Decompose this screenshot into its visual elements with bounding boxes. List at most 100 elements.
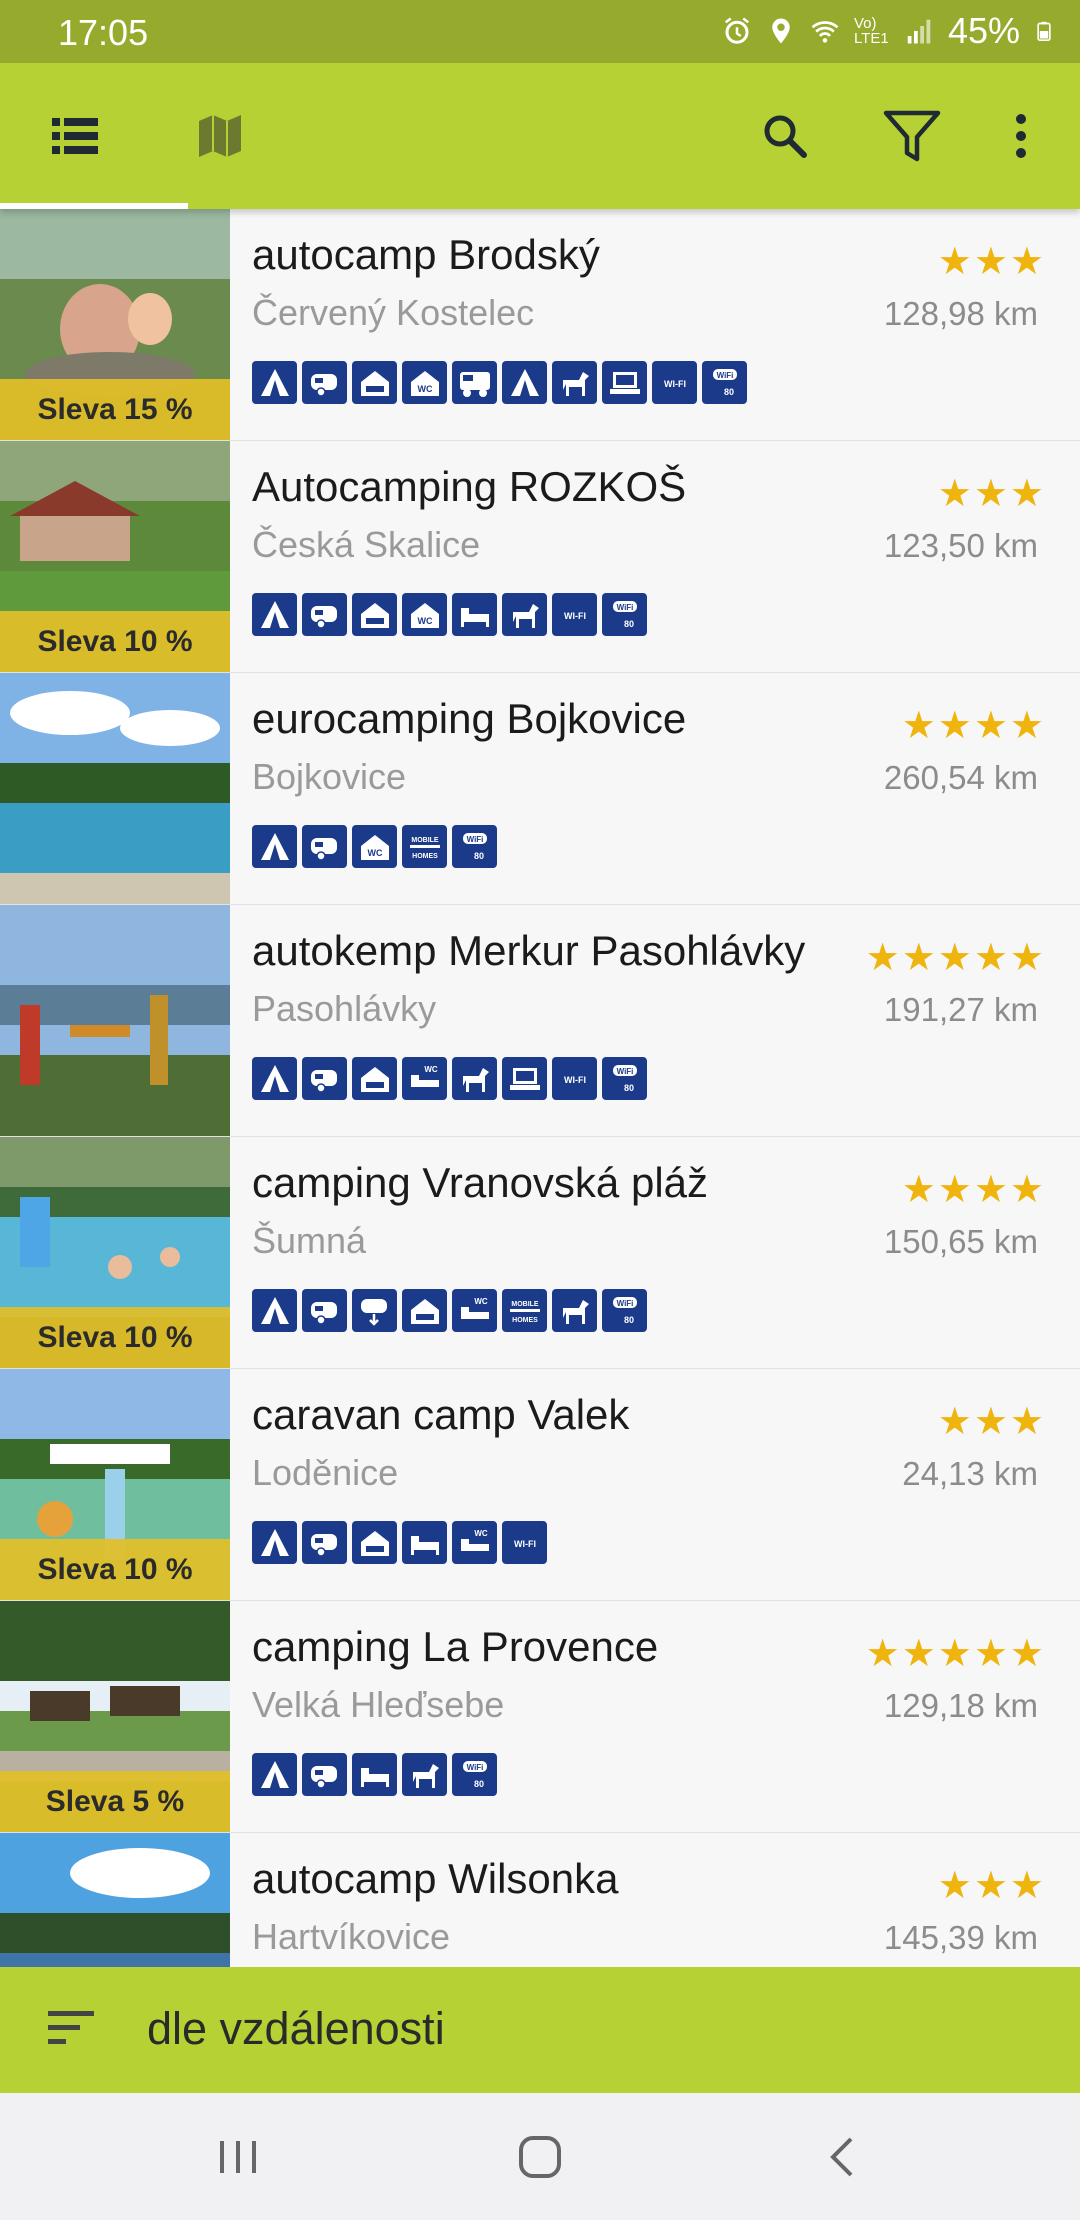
list-view-button[interactable]: [20, 63, 130, 209]
camp-thumbnail: [0, 673, 230, 904]
amenity-icons: WC WI-FI WiFi 80: [252, 593, 647, 636]
svg-text:WI-FI: WI-FI: [564, 611, 586, 621]
wifi-icon: [811, 21, 839, 43]
discount-badge: Sleva 10 %: [0, 1307, 230, 1368]
star-rating: ★★★★: [901, 1169, 1046, 1211]
list-item[interactable]: eurocamping Bojkovice Bojkovice 260,54 km ★…: [0, 673, 1080, 906]
svg-text:80: 80: [723, 387, 733, 397]
svg-text:80: 80: [473, 851, 483, 861]
recents-button[interactable]: [178, 2093, 298, 2220]
caravan-icon: [302, 361, 347, 404]
amenity-icons: WC WI-FI: [252, 1521, 547, 1564]
house-icon: [352, 593, 397, 636]
star-rating: ★★★★: [901, 705, 1046, 747]
tent-icon: [252, 825, 297, 868]
list-item[interactable]: Sleva 10 % caravan camp Valek Loděnice 24,1…: [0, 1369, 1080, 1602]
horse-icon: [502, 593, 547, 636]
caravan-icon: [302, 825, 347, 868]
bed-wc-icon: WC: [452, 1521, 497, 1564]
svg-text:WC: WC: [417, 384, 432, 394]
list-item[interactable]: Sleva 15 % autocamp Brodský Červený Kostel…: [0, 209, 1080, 442]
tent-icon: [252, 361, 297, 404]
house-icon: [352, 361, 397, 404]
tent-icon: [252, 1753, 297, 1796]
camp-thumbnail: Sleva 10 %: [0, 441, 230, 672]
map-view-button[interactable]: [165, 63, 275, 209]
active-tab-indicator: [0, 203, 188, 209]
svg-text:HOMES: HOMES: [512, 1317, 538, 1324]
star-rating: ★★★: [937, 473, 1046, 515]
camp-name: caravan camp Valek: [252, 1391, 630, 1438]
camp-name: autocamp Wilsonka: [252, 1855, 619, 1902]
list-item[interactable]: autokemp Merkur Pasohlávky Pasohlávky 191,…: [0, 905, 1080, 1138]
svg-text:80: 80: [623, 1315, 633, 1325]
house-icon: [352, 1057, 397, 1100]
wifi-80-icon: WiFi 80: [602, 1289, 647, 1332]
sort-bar[interactable]: dle vzdálenosti: [0, 1967, 1080, 2093]
svg-text:MOBILE: MOBILE: [411, 837, 439, 844]
svg-text:WC: WC: [474, 1297, 488, 1306]
list-item[interactable]: Sleva 10 % camping Vranovská pláž Šumná 150…: [0, 1137, 1080, 1370]
home-button[interactable]: [480, 2093, 600, 2220]
camp-distance: 128,98 km: [883, 295, 1038, 332]
list-item[interactable]: Sleva 10 % Autocamping ROZKOŠ Česká Skalic…: [0, 441, 1080, 674]
alarm-icon: [724, 17, 749, 44]
search-icon: [764, 115, 807, 158]
camp-distance: 150,65 km: [883, 1223, 1038, 1260]
home-icon: [519, 2135, 561, 2178]
list-item[interactable]: Sleva 5 % camping La Provence Velká Hleďse…: [0, 1601, 1080, 1834]
camp-thumbnail: [0, 1833, 230, 1967]
status-icons: Vo) LTE1 45%: [722, 10, 1054, 52]
filter-button[interactable]: [857, 63, 967, 209]
camp-distance: 145,39 km: [883, 1919, 1038, 1956]
search-button[interactable]: [730, 63, 840, 209]
amenity-icons: WC WI-FI WiFi 80: [252, 1057, 647, 1100]
camp-thumbnail: Sleva 5 %: [0, 1601, 230, 1832]
svg-text:WC: WC: [474, 1529, 488, 1538]
wifi-80-icon: WiFi 80: [602, 1057, 647, 1100]
bed-icon: [352, 1753, 397, 1796]
battery-percent: 45%: [947, 10, 1020, 51]
tent-icon: [502, 361, 547, 404]
svg-text:WiFi: WiFi: [616, 603, 633, 612]
mobile-homes-icon: MOBILE HOMES: [502, 1289, 547, 1332]
camp-distance: 260,54 km: [883, 759, 1038, 796]
wifi-80-icon: WiFi 80: [602, 593, 647, 636]
signal-icon: [907, 19, 931, 44]
wifi-80-icon: WiFi 80: [452, 1753, 497, 1796]
house-icon: [402, 1289, 447, 1332]
camp-thumbnail: Sleva 10 %: [0, 1369, 230, 1600]
camp-name: camping La Provence: [252, 1623, 659, 1670]
status-bar: 17:05 Vo) LTE1 45%: [0, 0, 1080, 63]
camp-name: camping Vranovská pláž: [252, 1159, 709, 1206]
svg-text:WC: WC: [417, 616, 432, 626]
discount-badge: Sleva 10 %: [0, 1539, 230, 1600]
list-view-icon: [52, 118, 98, 154]
camp-name: autocamp Brodský: [252, 231, 600, 278]
camp-distance: 24,13 km: [902, 1455, 1038, 1492]
camp-city: Loděnice: [252, 1452, 399, 1493]
camp-name: Autocamping ROZKOŠ: [252, 463, 687, 510]
camper-icon: [452, 361, 497, 404]
svg-text:WC: WC: [367, 848, 382, 858]
camp-name: autokemp Merkur Pasohlávky: [252, 927, 806, 974]
camp-city: Pasohlávky: [252, 988, 437, 1029]
caravan-icon: [302, 1753, 347, 1796]
camp-city: Šumná: [252, 1220, 367, 1261]
camp-list[interactable]: Sleva 15 % autocamp Brodský Červený Kostel…: [0, 209, 1080, 1967]
more-options-button[interactable]: [966, 63, 1076, 209]
wifi-icon: WI-FI: [552, 1057, 597, 1100]
tent-icon: [252, 1289, 297, 1332]
list-item[interactable]: autocamp Wilsonka Hartvíkovice 145,39 km ★★…: [0, 1833, 1080, 1967]
back-button[interactable]: [782, 2093, 902, 2220]
bed-icon: [452, 593, 497, 636]
caravan-icon: [302, 1057, 347, 1100]
svg-text:WiFi: WiFi: [716, 371, 733, 380]
camp-distance: 123,50 km: [883, 527, 1038, 564]
wifi-80-icon: WiFi 80: [452, 825, 497, 868]
status-time: 17:05: [58, 12, 149, 53]
svg-text:HOMES: HOMES: [412, 853, 438, 860]
star-rating: ★★★: [937, 1401, 1046, 1443]
camp-city: Červený Kostelec: [252, 292, 535, 333]
camp-thumbnail: Sleva 10 %: [0, 1137, 230, 1368]
